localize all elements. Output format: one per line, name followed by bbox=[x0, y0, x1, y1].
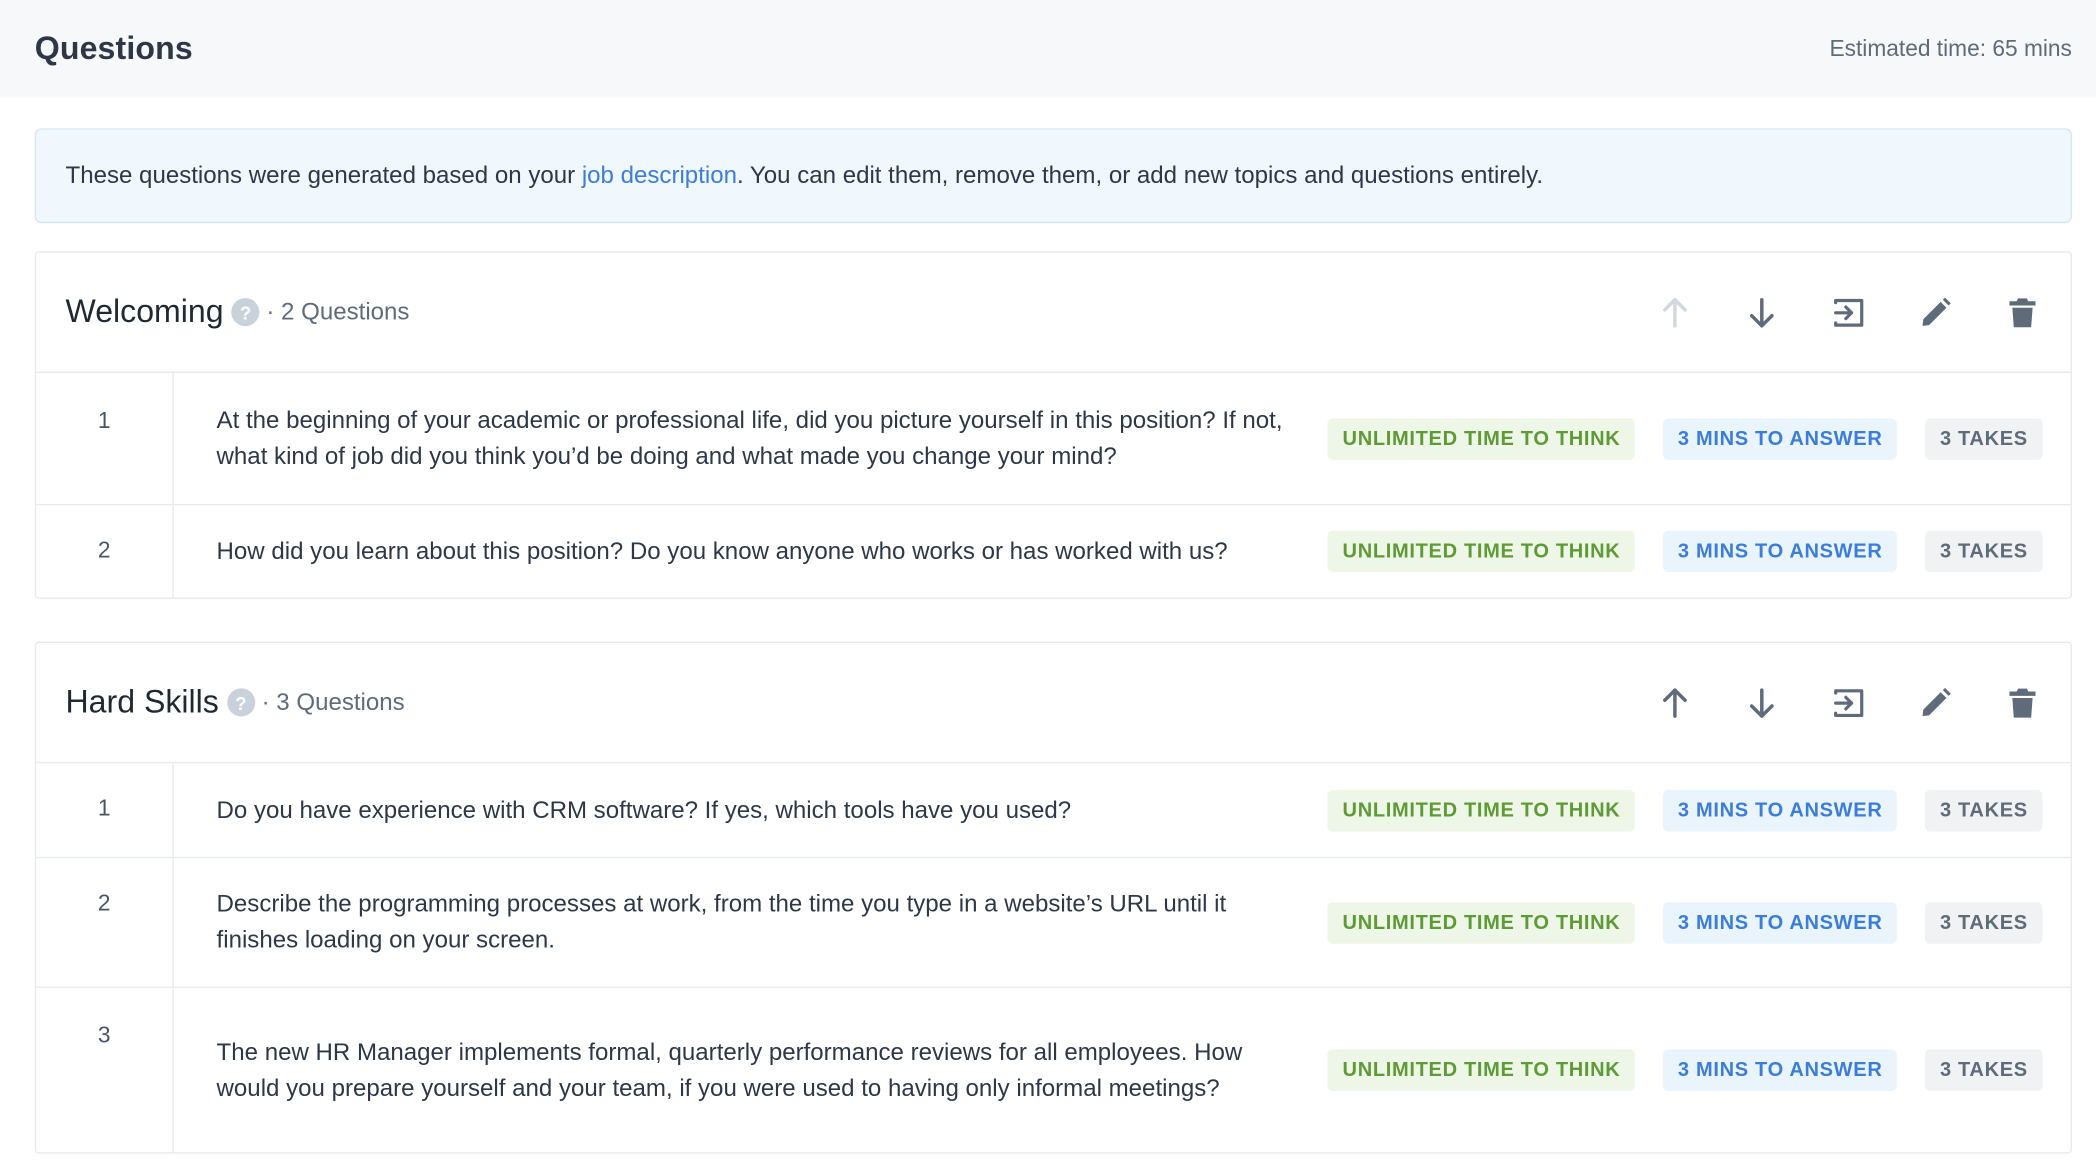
trash-icon bbox=[2009, 687, 2036, 717]
topic-title: Hard Skills ? · 3 Questions bbox=[65, 684, 404, 721]
delete-button[interactable] bbox=[2004, 293, 2041, 330]
move-down-button[interactable] bbox=[1743, 684, 1780, 721]
topic-name: Welcoming bbox=[65, 293, 224, 330]
job-description-link[interactable]: job description bbox=[582, 162, 737, 189]
question-row[interactable]: 3 The new HR Manager implements formal, … bbox=[36, 986, 2071, 1153]
questions-page: Questions Estimated time: 65 mins These … bbox=[0, 0, 2096, 1174]
question-tags: UNLIMITED TIME TO THINK 3 MINS TO ANSWER… bbox=[1327, 901, 2043, 944]
think-time-badge: UNLIMITED TIME TO THINK bbox=[1327, 901, 1636, 944]
takes-badge: 3 TAKES bbox=[1925, 789, 2043, 831]
edit-button[interactable] bbox=[1917, 684, 1954, 721]
question-text: At the beginning of your academic or pro… bbox=[216, 406, 1283, 470]
takes-badge: 3 TAKES bbox=[1925, 530, 2043, 573]
page-title: Questions bbox=[34, 30, 193, 67]
question-tags: UNLIMITED TIME TO THINK 3 MINS TO ANSWER… bbox=[1327, 1049, 2043, 1091]
question-number: 1 bbox=[36, 372, 174, 504]
question-text: Describe the programming processes at wo… bbox=[216, 890, 1227, 954]
question-number: 2 bbox=[36, 505, 174, 598]
question-body: The new HR Manager implements formal, qu… bbox=[174, 988, 2071, 1152]
answer-time-badge: 3 MINS TO ANSWER bbox=[1663, 901, 1898, 944]
estimated-time: Estimated time: 65 mins bbox=[1829, 35, 2072, 61]
question-number: 3 bbox=[36, 987, 174, 1153]
move-up-button[interactable] bbox=[1656, 293, 1693, 330]
page-header: Questions Estimated time: 65 mins bbox=[0, 0, 2096, 98]
move-to-icon bbox=[1834, 298, 1864, 327]
takes-badge: 3 TAKES bbox=[1925, 417, 2043, 460]
question-row[interactable]: 1 Do you have experience with CRM softwa… bbox=[36, 763, 2071, 857]
move-to-icon bbox=[1834, 688, 1864, 717]
topic-card-hard-skills: Hard Skills ? · 3 Questions 1 Do you hav… bbox=[34, 641, 2072, 1154]
question-number: 1 bbox=[36, 763, 174, 857]
question-text: The new HR Manager implements formal, qu… bbox=[216, 1037, 1243, 1101]
help-icon[interactable]: ? bbox=[231, 298, 260, 327]
topic-header: Hard Skills ? · 3 Questions bbox=[36, 643, 2071, 764]
topic-actions bbox=[1656, 684, 2041, 721]
move-to-button[interactable] bbox=[1830, 684, 1867, 721]
trash-icon bbox=[2009, 297, 2036, 327]
banner-text: These questions were generated based on … bbox=[65, 162, 1543, 190]
arrow-up-icon bbox=[1663, 297, 1687, 327]
question-row[interactable]: 2 Describe the programming processes at … bbox=[36, 856, 2071, 987]
think-time-badge: UNLIMITED TIME TO THINK bbox=[1327, 1049, 1636, 1091]
topic-header: Welcoming ? · 2 Questions bbox=[36, 253, 2071, 373]
move-down-button[interactable] bbox=[1743, 293, 1780, 330]
question-text: How did you learn about this position? D… bbox=[216, 537, 1228, 565]
topic-name: Hard Skills bbox=[65, 683, 219, 720]
question-tags: UNLIMITED TIME TO THINK 3 MINS TO ANSWER… bbox=[1327, 789, 2043, 831]
think-time-badge: UNLIMITED TIME TO THINK bbox=[1327, 789, 1636, 831]
takes-badge: 3 TAKES bbox=[1925, 1049, 2043, 1091]
question-body: At the beginning of your academic or pro… bbox=[174, 373, 2071, 504]
edit-button[interactable] bbox=[1917, 293, 1954, 330]
main-content: These questions were generated based on … bbox=[0, 98, 2096, 1154]
topic-actions bbox=[1656, 293, 2041, 330]
think-time-badge: UNLIMITED TIME TO THINK bbox=[1327, 530, 1636, 573]
answer-time-badge: 3 MINS TO ANSWER bbox=[1663, 789, 1898, 831]
arrow-up-icon bbox=[1663, 687, 1687, 718]
question-tags: UNLIMITED TIME TO THINK 3 MINS TO ANSWER… bbox=[1327, 530, 2043, 573]
question-text: Do you have experience with CRM software… bbox=[216, 796, 1072, 823]
question-row[interactable]: 1 At the beginning of your academic or p… bbox=[36, 372, 2071, 504]
arrow-down-icon bbox=[1749, 687, 1774, 718]
pencil-icon bbox=[1922, 296, 1951, 326]
question-body: How did you learn about this position? D… bbox=[174, 505, 2071, 597]
think-time-badge: UNLIMITED TIME TO THINK bbox=[1327, 417, 1636, 460]
arrow-down-icon bbox=[1749, 297, 1774, 327]
move-to-button[interactable] bbox=[1830, 293, 1867, 330]
answer-time-badge: 3 MINS TO ANSWER bbox=[1663, 1049, 1898, 1091]
topic-question-count: · 2 Questions bbox=[266, 298, 410, 325]
help-icon[interactable]: ? bbox=[226, 688, 255, 717]
info-banner: These questions were generated based on … bbox=[34, 128, 2072, 224]
topic-question-count: · 3 Questions bbox=[261, 688, 405, 716]
banner-text-before: These questions were generated based on … bbox=[65, 161, 582, 189]
takes-badge: 3 TAKES bbox=[1925, 901, 2043, 944]
move-up-button[interactable] bbox=[1656, 684, 1693, 721]
answer-time-badge: 3 MINS TO ANSWER bbox=[1663, 417, 1898, 460]
banner-text-after: . You can edit them, remove them, or add… bbox=[736, 161, 1544, 189]
question-tags: UNLIMITED TIME TO THINK 3 MINS TO ANSWER… bbox=[1327, 417, 2043, 460]
topic-title: Welcoming ? · 2 Questions bbox=[65, 293, 409, 330]
question-body: Do you have experience with CRM software… bbox=[174, 763, 2071, 857]
delete-button[interactable] bbox=[2004, 684, 2041, 721]
question-body: Describe the programming processes at wo… bbox=[174, 858, 2071, 986]
question-number: 2 bbox=[36, 858, 174, 987]
topic-card-welcoming: Welcoming ? · 2 Questions 1 At the begin… bbox=[34, 251, 2072, 599]
answer-time-badge: 3 MINS TO ANSWER bbox=[1663, 530, 1898, 573]
pencil-icon bbox=[1922, 687, 1951, 716]
question-row[interactable]: 2 How did you learn about this position?… bbox=[36, 503, 2071, 598]
